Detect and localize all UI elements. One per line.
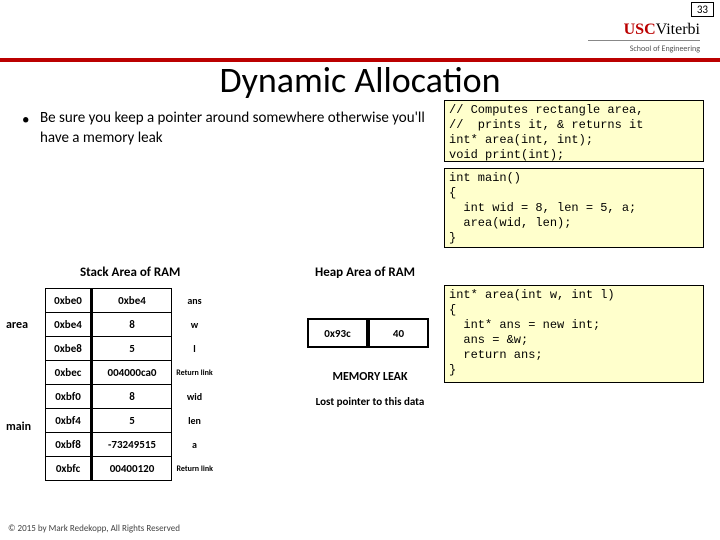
- table-row: 0xbf0 8 wid: [46, 385, 218, 409]
- logo-usc: USC: [624, 21, 656, 38]
- table-row: 0x93c 40: [308, 319, 428, 347]
- slide-title: Dynamic Allocation: [0, 58, 720, 102]
- stack-addr: 0xbf0: [46, 385, 92, 409]
- code-main: int main() { int wid = 8, len = 5, a; ar…: [444, 168, 704, 248]
- stack-addr: 0xbfc: [46, 457, 92, 481]
- bullet-text: • Be sure you keep a pointer around some…: [40, 108, 435, 149]
- table-row: 0xbec 004000ca0 Return link: [46, 361, 218, 385]
- bullet-content: Be sure you keep a pointer around somewh…: [40, 109, 425, 147]
- stack-lbl: wid: [172, 385, 218, 409]
- stack-val: 8: [92, 385, 172, 409]
- table-row: 0xbe8 5 l: [46, 337, 218, 361]
- stack-addr: 0xbe4: [46, 313, 92, 337]
- main-frame-label: main: [6, 420, 31, 434]
- stack-val: 0xbe4: [92, 289, 172, 313]
- stack-lbl: Return link: [172, 361, 218, 385]
- code-decl: // Computes rectangle area, // prints it…: [444, 100, 704, 162]
- copyright-footer: © 2015 by Mark Redekopp, All Rights Rese…: [8, 523, 180, 534]
- table-row: 0xbfc 00400120 Return link: [46, 457, 218, 481]
- stack-addr: 0xbf4: [46, 409, 92, 433]
- table-row: 0xbe4 8 w: [46, 313, 218, 337]
- logo-viterbi: Viterbi: [656, 21, 700, 38]
- stack-heading: Stack Area of RAM: [80, 265, 180, 280]
- stack-lbl: w: [172, 313, 218, 337]
- memory-leak-label: MEMORY LEAK: [310, 370, 430, 384]
- stack-addr: 0xbe0: [46, 289, 92, 313]
- stack-val: 5: [92, 337, 172, 361]
- logo-rule: [588, 40, 700, 41]
- stack-val: 00400120: [92, 457, 172, 481]
- bullet-dot: •: [22, 110, 29, 130]
- stack-val: 004000ca0: [92, 361, 172, 385]
- code-area: int* area(int w, int l) { int* ans = new…: [444, 285, 704, 383]
- stack-lbl: len: [172, 409, 218, 433]
- stack-lbl: Return link: [172, 457, 218, 481]
- heap-val: 40: [368, 319, 428, 347]
- stack-addr: 0xbf8: [46, 433, 92, 457]
- logo-block: USCViterbi: [624, 20, 700, 39]
- heap-table: 0x93c 40: [307, 318, 429, 348]
- stack-lbl: a: [172, 433, 218, 457]
- page-number: 33: [691, 2, 714, 17]
- table-row: 0xbe0 0xbe4 ans: [46, 289, 218, 313]
- area-frame-label: area: [6, 318, 28, 332]
- stack-val: 5: [92, 409, 172, 433]
- heap-addr: 0x93c: [308, 319, 368, 347]
- lost-pointer-label: Lost pointer to this data: [295, 395, 445, 408]
- stack-table: 0xbe0 0xbe4 ans 0xbe4 8 w 0xbe8 5 l 0xbe…: [45, 288, 218, 481]
- table-row: 0xbf4 5 len: [46, 409, 218, 433]
- heap-heading: Heap Area of RAM: [315, 265, 415, 280]
- stack-val: -73249515: [92, 433, 172, 457]
- stack-lbl: l: [172, 337, 218, 361]
- stack-addr: 0xbe8: [46, 337, 92, 361]
- table-row: 0xbf8 -73249515 a: [46, 433, 218, 457]
- stack-val: 8: [92, 313, 172, 337]
- logo-school: School of Engineering: [630, 44, 700, 54]
- stack-addr: 0xbec: [46, 361, 92, 385]
- stack-lbl: ans: [172, 289, 218, 313]
